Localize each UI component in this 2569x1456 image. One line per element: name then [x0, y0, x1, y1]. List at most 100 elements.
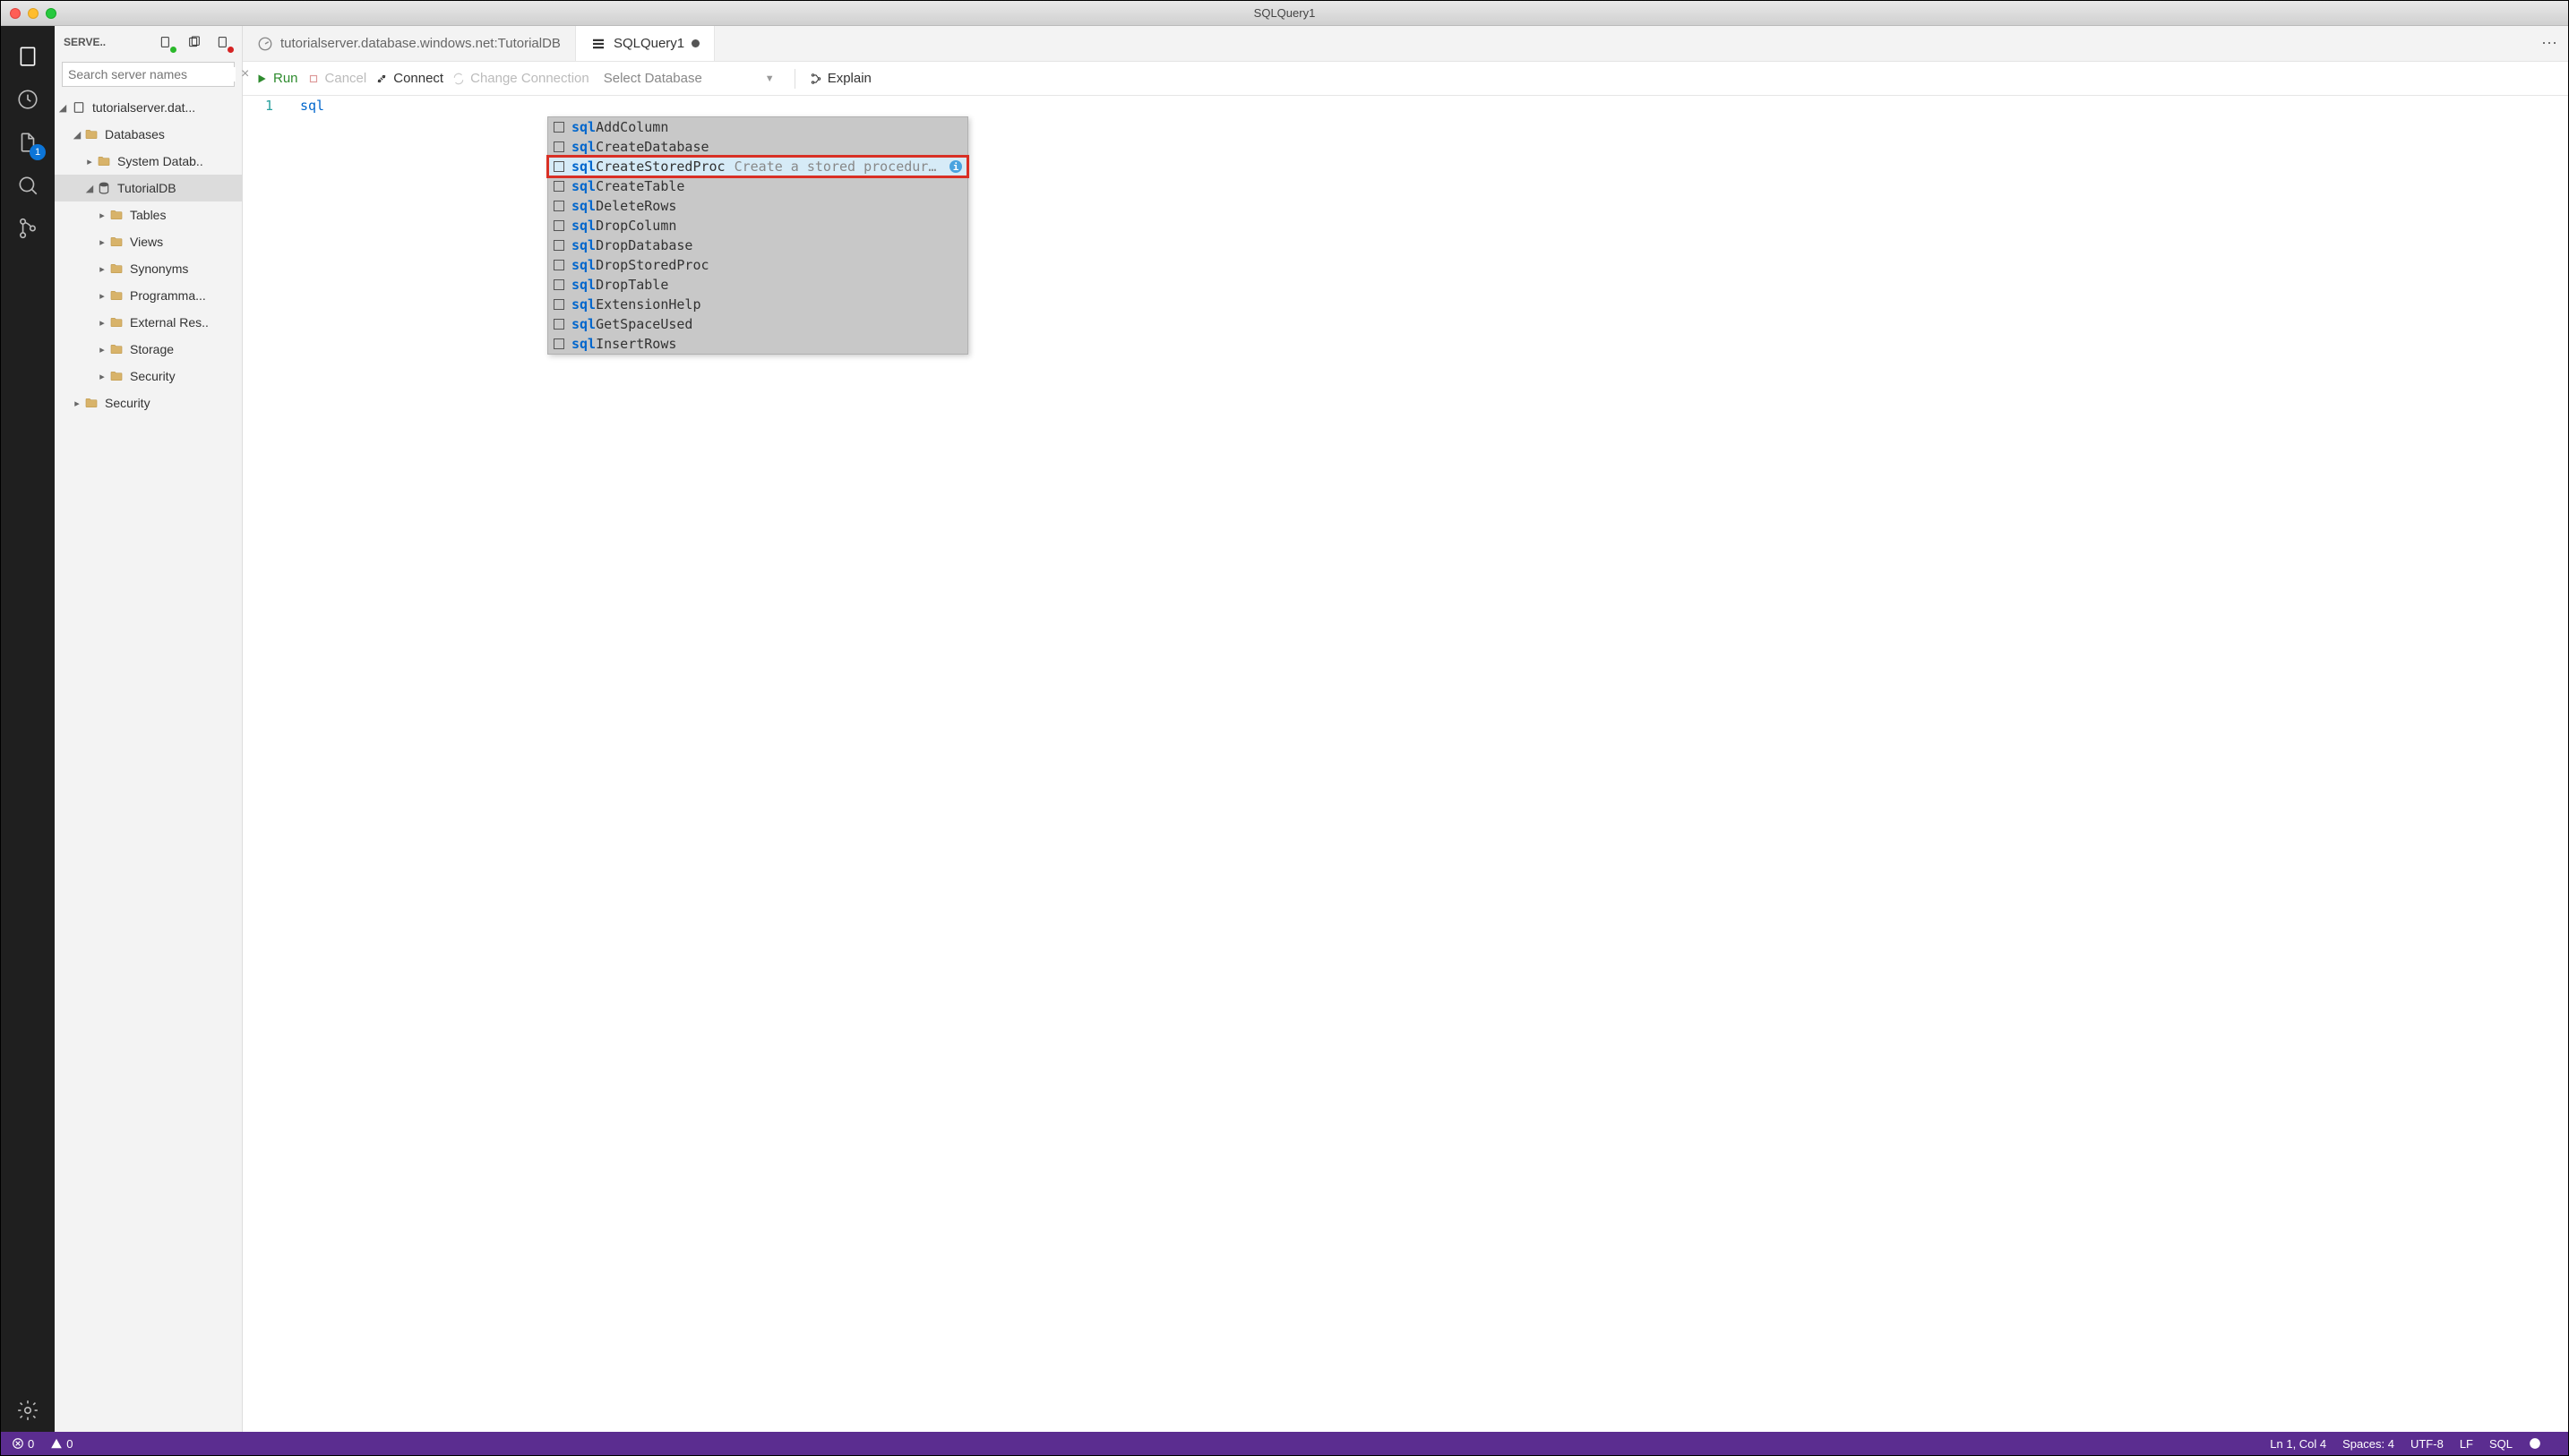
- server-icon: [71, 100, 87, 115]
- status-encoding[interactable]: UTF-8: [2410, 1437, 2444, 1451]
- tree-views[interactable]: ▸ Views: [55, 228, 242, 255]
- autocomplete-item[interactable]: sqlCreateStoredProcCreate a stored proce…: [548, 157, 967, 176]
- autocomplete-item[interactable]: sqlDropColumn: [548, 216, 967, 236]
- autocomplete-item[interactable]: sqlCreateTable: [548, 176, 967, 196]
- tabbar-more-icon[interactable]: ⋯: [2530, 26, 2568, 61]
- tree-label: Security: [130, 369, 176, 383]
- autocomplete-text: sqlDropColumn: [571, 218, 962, 234]
- tree-label: Views: [130, 235, 163, 249]
- tree-server[interactable]: ◢ tutorialserver.dat...: [55, 94, 242, 121]
- autocomplete-item[interactable]: sqlDropDatabase: [548, 236, 967, 255]
- server-search-input[interactable]: [63, 67, 236, 81]
- window-title: SQLQuery1: [1254, 6, 1316, 20]
- database-select[interactable]: Select Database ▼: [598, 69, 780, 88]
- activity-bar: 1: [1, 26, 55, 1432]
- status-language[interactable]: SQL: [2489, 1437, 2513, 1451]
- autocomplete-item[interactable]: sqlGetSpaceUsed: [548, 314, 967, 334]
- tree-programmability[interactable]: ▸ Programma...: [55, 282, 242, 309]
- dirty-indicator-icon: [692, 39, 700, 47]
- feedback-smile-icon[interactable]: [2529, 1437, 2541, 1450]
- autocomplete-popup: sqlAddColumn sqlCreateDatabase sqlCreateSt…: [547, 116, 968, 355]
- warning-icon: [50, 1437, 63, 1450]
- settings-gear-icon[interactable]: [6, 1389, 49, 1432]
- folder-icon: [108, 315, 125, 330]
- autocomplete-text: sqlCreateTable: [571, 178, 962, 194]
- tree-external-resources[interactable]: ▸ External Res..: [55, 309, 242, 336]
- autocomplete-item[interactable]: sqlExtensionHelp: [548, 295, 967, 314]
- connect-label: Connect: [393, 71, 443, 86]
- folder-icon: [96, 154, 112, 168]
- autocomplete-item[interactable]: sqlDeleteRows: [548, 196, 967, 216]
- line-number: 1: [243, 96, 273, 116]
- tab-sqlquery[interactable]: SQLQuery1: [576, 26, 715, 61]
- autocomplete-item[interactable]: sqlAddColumn: [548, 117, 967, 137]
- tree-label: Security: [105, 396, 150, 410]
- errors-count: 0: [28, 1437, 34, 1451]
- tree-databases[interactable]: ◢ Databases: [55, 121, 242, 148]
- autocomplete-item[interactable]: sqlInsertRows: [548, 334, 967, 354]
- status-errors[interactable]: 0: [12, 1437, 34, 1451]
- folder-icon: [108, 208, 125, 222]
- tree-tutorialdb[interactable]: ◢ TutorialDB: [55, 175, 242, 201]
- cancel-label: Cancel: [325, 71, 367, 86]
- maximize-window-button[interactable]: [46, 8, 56, 19]
- folder-icon: [108, 288, 125, 303]
- close-window-button[interactable]: [10, 8, 21, 19]
- tree-storage[interactable]: ▸ Storage: [55, 336, 242, 363]
- explorer-icon[interactable]: 1: [6, 121, 49, 164]
- run-button[interactable]: Run: [255, 71, 298, 86]
- tab-label: tutorialserver.database.windows.net:Tuto…: [280, 36, 561, 51]
- search-icon[interactable]: [6, 164, 49, 207]
- database-icon: [96, 181, 112, 195]
- connect-button[interactable]: Connect: [375, 71, 443, 86]
- tree-synonyms[interactable]: ▸ Synonyms: [55, 255, 242, 282]
- status-eol[interactable]: LF: [2460, 1437, 2473, 1451]
- editor[interactable]: 1 sql sqlAddColumn sqlCreateDatabase sqlCr…: [243, 96, 2568, 1432]
- history-icon[interactable]: [6, 78, 49, 121]
- titlebar[interactable]: SQLQuery1: [1, 1, 2568, 26]
- new-server-group-icon[interactable]: [185, 32, 204, 52]
- autocomplete-item[interactable]: sqlDropStoredProc: [548, 255, 967, 275]
- tree-security-db[interactable]: ▸ Security: [55, 363, 242, 390]
- error-icon: [12, 1437, 24, 1450]
- tree-system-databases[interactable]: ▸ System Datab..: [55, 148, 242, 175]
- info-icon[interactable]: i: [949, 160, 962, 173]
- snippet-icon: [554, 299, 564, 310]
- code-content: sql: [300, 96, 324, 116]
- cancel-button[interactable]: Cancel: [307, 71, 367, 86]
- explain-button[interactable]: Explain: [810, 71, 872, 86]
- sidebar: SERVE.. ×: [55, 26, 243, 1432]
- servers-icon[interactable]: [6, 35, 49, 78]
- autocomplete-item[interactable]: sqlCreateDatabase: [548, 137, 967, 157]
- folder-icon: [108, 342, 125, 356]
- tab-dashboard[interactable]: tutorialserver.database.windows.net:Tuto…: [243, 26, 576, 61]
- tree-label: tutorialserver.dat...: [92, 100, 195, 115]
- minimize-window-button[interactable]: [28, 8, 39, 19]
- tree-security[interactable]: ▸ Security: [55, 390, 242, 416]
- autocomplete-text: sqlAddColumn: [571, 119, 962, 135]
- snippet-icon: [554, 181, 564, 192]
- change-connection-button[interactable]: Change Connection: [452, 71, 589, 86]
- status-linecol[interactable]: Ln 1, Col 4: [2270, 1437, 2326, 1451]
- content: 1 SERVE..: [1, 26, 2568, 1432]
- disconnect-icon[interactable]: [213, 32, 233, 52]
- autocomplete-text: sqlCreateDatabase: [571, 139, 962, 155]
- code-token: sql: [300, 98, 324, 114]
- status-warnings[interactable]: 0: [50, 1437, 73, 1451]
- snippet-icon: [554, 279, 564, 290]
- editor-toolbar: Run Cancel Connect Change Connection Sel…: [243, 62, 2568, 96]
- snippet-icon: [554, 141, 564, 152]
- tree-tables[interactable]: ▸ Tables: [55, 201, 242, 228]
- autocomplete-item[interactable]: sqlDropTable: [548, 275, 967, 295]
- folder-icon: [83, 127, 99, 141]
- autocomplete-text: sqlInsertRows: [571, 336, 962, 352]
- status-spaces[interactable]: Spaces: 4: [2342, 1437, 2394, 1451]
- app-window: SQLQuery1 1: [0, 0, 2569, 1456]
- warnings-count: 0: [66, 1437, 73, 1451]
- tree-label: External Res..: [130, 315, 209, 330]
- folder-icon: [108, 369, 125, 383]
- new-connection-icon[interactable]: [156, 32, 176, 52]
- explain-label: Explain: [828, 71, 872, 86]
- clear-search-icon[interactable]: ×: [236, 66, 254, 82]
- source-control-icon[interactable]: [6, 207, 49, 250]
